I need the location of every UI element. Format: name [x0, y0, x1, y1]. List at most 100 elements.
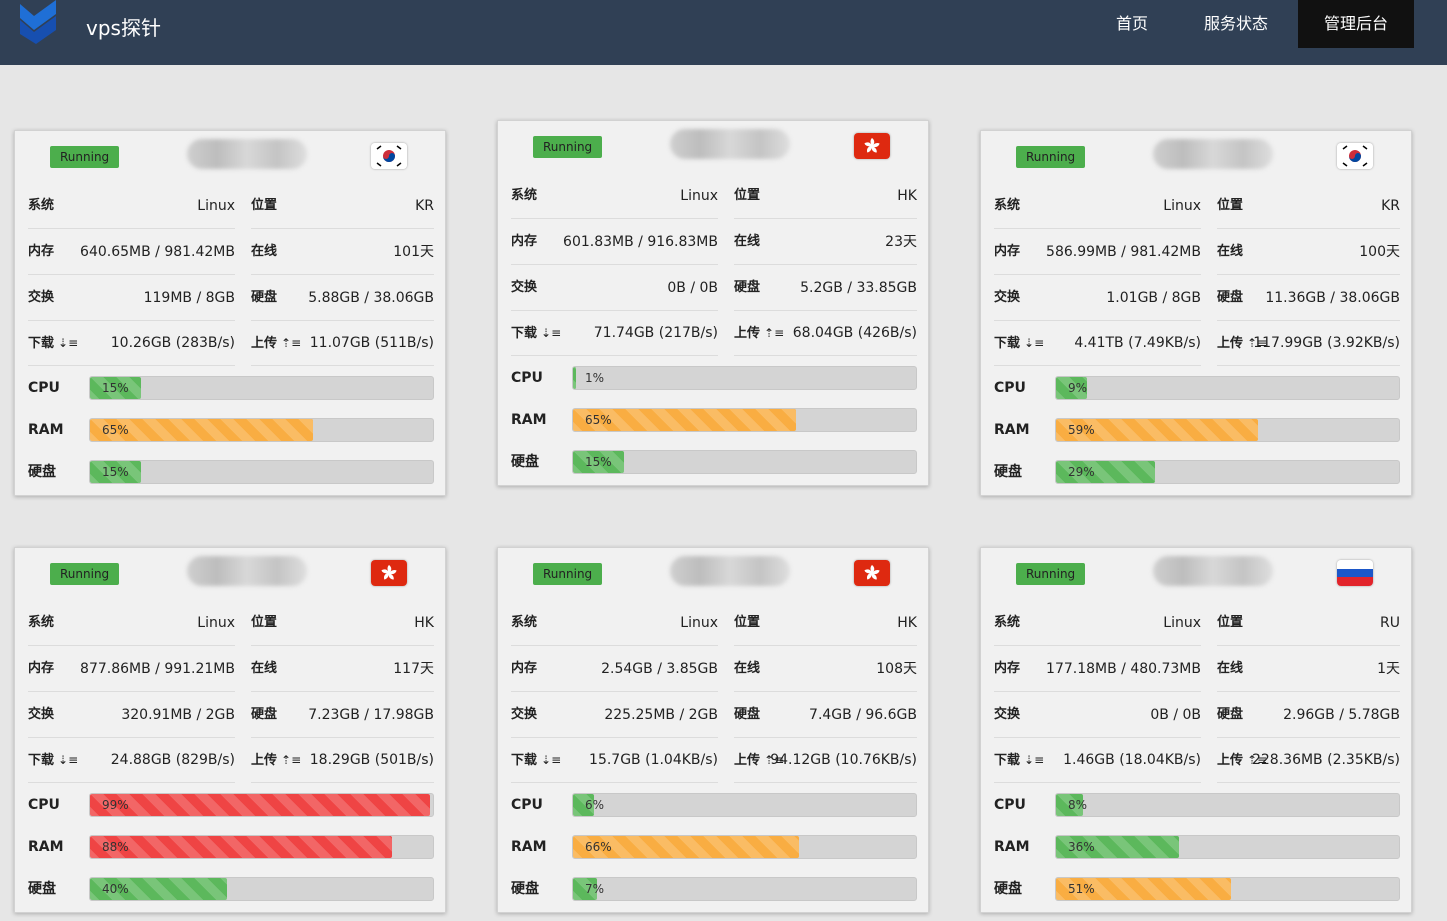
disk-progress-bar: 51% [1055, 877, 1400, 901]
cpu-bar-label: CPU [28, 380, 60, 396]
download-sort-icon: ⇣≡ [541, 753, 562, 767]
server-card: Running 系统 Linux 内存 601.83MB / 916.83MB … [497, 120, 929, 486]
online-label: 在线 [251, 661, 278, 676]
swap-label: 交换 [28, 290, 55, 305]
row-os: 系统 Linux [28, 184, 235, 229]
ram-progress-fill [90, 836, 392, 858]
disk-progress-bar: 40% [89, 877, 434, 901]
online-label: 在线 [251, 244, 278, 259]
server-name-redacted [1153, 556, 1273, 586]
row-swap: 交换 119MB / 8GB [28, 276, 235, 321]
download-label: 下载 ⇣≡ [511, 326, 562, 341]
row-disk: 硬盘 5.88GB / 38.06GB [251, 276, 434, 321]
disk-value: 7.23GB / 17.98GB [308, 707, 434, 723]
row-disk: 硬盘 7.4GB / 96.6GB [734, 693, 917, 738]
os-label: 系统 [511, 188, 538, 203]
ram-progress-bar: 65% [572, 408, 917, 432]
row-upload: 上传 ⇡≡ 117.99GB (3.92KB/s) [1217, 321, 1400, 366]
row-download: 下载 ⇣≡ 1.46GB (18.04KB/s) [994, 738, 1201, 783]
memory-value: 640.65MB / 981.42MB [80, 244, 235, 260]
ram-bar-label: RAM [28, 422, 64, 438]
row-memory: 内存 640.65MB / 981.42MB [28, 230, 235, 275]
os-value: Linux [680, 188, 718, 204]
server-card: Running 系统 Linux 内存 640.65MB / 981.42MB … [14, 130, 446, 496]
cpu-percent: 1% [585, 371, 605, 385]
hk-flag-icon [854, 133, 890, 159]
memory-label: 内存 [28, 244, 55, 259]
disk-label: 硬盘 [1217, 290, 1244, 305]
server-name-redacted [187, 139, 307, 169]
upload-sort-icon: ⇡≡ [281, 753, 302, 767]
upload-sort-icon: ⇡≡ [764, 326, 785, 340]
cpu-bar-label: CPU [994, 380, 1026, 396]
nav-service-status[interactable]: 服务状态 [1188, 0, 1284, 48]
hk-flag-icon [371, 560, 407, 586]
row-memory: 内存 2.54GB / 3.85GB [511, 647, 718, 692]
ram-bar-label: RAM [994, 422, 1030, 438]
swap-label: 交换 [511, 707, 538, 722]
row-disk: 硬盘 7.23GB / 17.98GB [251, 693, 434, 738]
memory-value: 586.99MB / 981.42MB [1046, 244, 1201, 260]
cpu-progress-bar: 15% [89, 376, 434, 400]
cpu-percent: 99% [102, 798, 129, 812]
ram-bar-label: RAM [994, 839, 1030, 855]
memory-label: 内存 [511, 661, 538, 676]
server-card: Running 系统 Linux 内存 177.18MB / 480.73MB … [980, 547, 1412, 913]
location-value: KR [1381, 198, 1400, 214]
disk-percent: 29% [1068, 465, 1095, 479]
download-label: 下载 ⇣≡ [994, 336, 1045, 351]
server-name-redacted [187, 556, 307, 586]
disk-progress-bar: 15% [572, 450, 917, 474]
location-label: 位置 [734, 188, 761, 203]
ram-percent: 36% [1068, 840, 1095, 854]
disk-percent: 7% [585, 882, 605, 896]
location-label: 位置 [734, 615, 761, 630]
disk-label: 硬盘 [734, 707, 761, 722]
online-value: 1天 [1377, 661, 1400, 677]
upload-value: 11.07GB (511B/s) [309, 335, 434, 351]
disk-percent: 51% [1068, 882, 1095, 896]
cpu-progress-bar: 1% [572, 366, 917, 390]
online-value: 100天 [1359, 244, 1400, 260]
row-swap: 交换 1.01GB / 8GB [994, 276, 1201, 321]
location-label: 位置 [251, 198, 278, 213]
disk-progress-bar: 15% [89, 460, 434, 484]
app-title[interactable]: vps探针 [86, 12, 161, 41]
disk-percent: 15% [585, 455, 612, 469]
os-value: Linux [197, 198, 235, 214]
memory-label: 内存 [28, 661, 55, 676]
disk-value: 5.88GB / 38.06GB [308, 290, 434, 306]
cpu-percent: 6% [585, 798, 605, 812]
row-location: 位置 KR [251, 184, 434, 229]
cpu-bar-label: CPU [28, 797, 60, 813]
ram-percent: 65% [102, 423, 129, 437]
swap-value: 225.25MB / 2GB [604, 707, 718, 723]
cpu-bar-label: CPU [511, 797, 543, 813]
row-location: 位置 HK [251, 601, 434, 646]
download-label: 下载 ⇣≡ [28, 753, 79, 768]
os-label: 系统 [994, 615, 1021, 630]
upload-value: 18.29GB (501B/s) [309, 752, 434, 768]
nav-home[interactable]: 首页 [1104, 0, 1160, 48]
online-value: 23天 [885, 234, 917, 250]
swap-value: 119MB / 8GB [143, 290, 235, 306]
online-value: 117天 [393, 661, 434, 677]
row-memory: 内存 877.86MB / 991.21MB [28, 647, 235, 692]
ram-percent: 59% [1068, 423, 1095, 437]
server-card: Running 系统 Linux 内存 877.86MB / 991.21MB … [14, 547, 446, 913]
disk-value: 5.2GB / 33.85GB [800, 280, 917, 296]
download-value: 15.7GB (1.04KB/s) [589, 752, 718, 768]
os-value: Linux [1163, 615, 1201, 631]
logo-icon[interactable] [20, 0, 60, 44]
disk-percent: 40% [102, 882, 129, 896]
location-label: 位置 [1217, 198, 1244, 213]
disk-percent: 15% [102, 465, 129, 479]
status-badge: Running [533, 136, 603, 158]
row-upload: 上传 ⇡≡ 68.04GB (426B/s) [734, 311, 917, 356]
row-os: 系统 Linux [511, 174, 718, 219]
row-online: 在线 108天 [734, 647, 917, 692]
os-label: 系统 [28, 198, 55, 213]
server-name-redacted [670, 129, 790, 159]
nav-admin[interactable]: 管理后台 [1298, 0, 1414, 48]
row-upload: 上传 ⇡≡ 228.36MB (2.35KB/s) [1217, 738, 1400, 783]
